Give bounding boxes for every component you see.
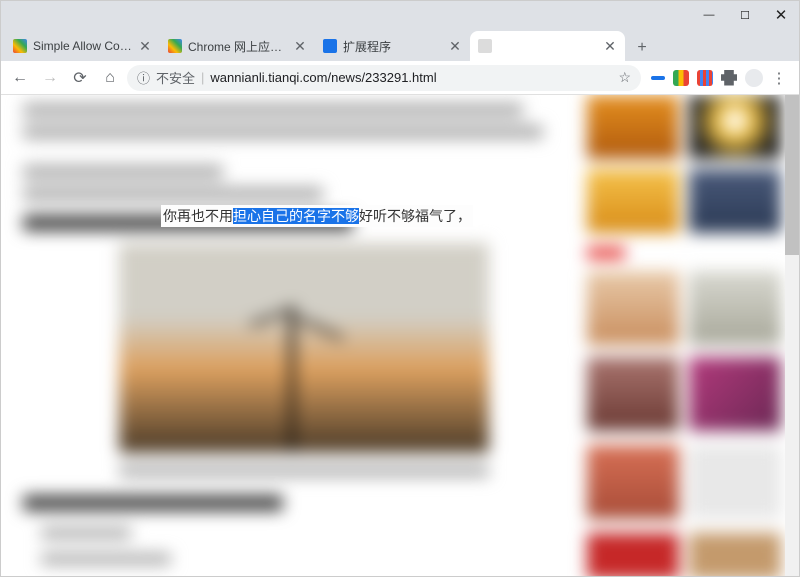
text-after-selection: 好听不够福气了，: [359, 208, 471, 224]
favicon-icon: [168, 39, 182, 53]
address-bar[interactable]: ⓘ 不安全 | wannianli.tianqi.com/news/233291…: [127, 65, 641, 91]
sidebar-thumbnail[interactable]: [587, 357, 679, 431]
sidebar-thumbnail[interactable]: [689, 533, 781, 576]
url-text: wannianli.tianqi.com/news/233291.html: [210, 70, 612, 85]
blurred-text-line: [23, 125, 543, 139]
tab-simple-allow-copy[interactable]: Simple Allow Copy - Chrome ✕: [5, 31, 160, 61]
scrollbar-thumb[interactable]: [785, 95, 799, 255]
window-titlebar: — ☐ ✕: [1, 1, 799, 29]
sidebar-thumbnail[interactable]: [689, 357, 781, 431]
blurred-text-line: [23, 165, 223, 179]
tab-chrome-webstore[interactable]: Chrome 网上应用店 - 扩展程序 ✕: [160, 31, 315, 61]
extension-icon[interactable]: [673, 70, 689, 86]
info-icon[interactable]: ⓘ: [137, 68, 150, 87]
sidebar-thumbnail[interactable]: [689, 95, 781, 159]
sidebar-thumbnail[interactable]: [587, 169, 679, 233]
reload-button[interactable]: ⟳: [67, 65, 93, 91]
blurred-text-line: [23, 187, 323, 201]
toolbar: ← → ⟳ ⌂ ⓘ 不安全 | wannianli.tianqi.com/new…: [1, 61, 799, 95]
favicon-icon: [323, 39, 337, 53]
blurred-heading: [23, 495, 283, 511]
article-text-line[interactable]: 你再也不用担心自己的名字不够好听不够福气了，: [161, 205, 473, 227]
selected-text: 担心自己的名字不够: [233, 208, 359, 224]
favicon-icon: [13, 39, 27, 53]
forward-button[interactable]: →: [37, 65, 63, 91]
security-label: 不安全: [156, 68, 195, 87]
new-tab-button[interactable]: +: [629, 35, 655, 61]
home-button[interactable]: ⌂: [97, 65, 123, 91]
sidebar-thumbnail[interactable]: [689, 271, 781, 345]
window-controls: — ☐ ✕: [691, 1, 799, 29]
plus-icon: +: [637, 39, 646, 57]
tab-title: 扩展程序: [343, 38, 442, 55]
blurred-text-line: [41, 553, 171, 565]
chrome-menu-icon[interactable]: ⋮: [771, 70, 787, 86]
tab-strip: Simple Allow Copy - Chrome ✕ Chrome 网上应用…: [1, 29, 799, 61]
tab-close-icon[interactable]: ✕: [603, 39, 617, 53]
sidebar-thumbnail[interactable]: [689, 445, 781, 519]
article-image: [119, 243, 489, 453]
chrome-window: — ☐ ✕ Simple Allow Copy - Chrome ✕ Chrom…: [0, 0, 800, 577]
extension-icon[interactable]: [651, 76, 665, 80]
profile-avatar-icon[interactable]: [745, 69, 763, 87]
minimize-button[interactable]: —: [691, 1, 727, 29]
scrollbar-track[interactable]: [785, 95, 799, 576]
tab-title: Simple Allow Copy - Chrome: [33, 39, 132, 53]
blurred-text-line: [41, 527, 131, 539]
tab-close-icon[interactable]: ✕: [293, 39, 307, 53]
blurred-text-line: [23, 103, 523, 117]
sidebar-thumbnail[interactable]: [587, 95, 679, 159]
bookmark-star-icon[interactable]: ☆: [618, 69, 631, 86]
blurred-caption: [119, 465, 489, 477]
favicon-icon: [478, 39, 492, 53]
text-before-selection: 你再也不用: [163, 208, 233, 224]
tab-extensions[interactable]: 扩展程序 ✕: [315, 31, 470, 61]
sidebar-thumbnail[interactable]: [689, 169, 781, 233]
tree-silhouette: [289, 306, 295, 453]
sidebar-thumbnail[interactable]: [587, 271, 679, 345]
tab-active-article[interactable]: ✕: [470, 31, 625, 61]
page-content: 你再也不用担心自己的名字不够好听不够福气了，: [1, 95, 799, 576]
divider: |: [201, 70, 204, 85]
extension-icons: ⋮: [645, 69, 793, 87]
extension-icon[interactable]: [697, 70, 713, 86]
tab-title: Chrome 网上应用店 - 扩展程序: [188, 38, 287, 55]
sidebar-thumbnail[interactable]: [587, 533, 679, 576]
extensions-menu-icon[interactable]: [721, 70, 737, 86]
sidebar-thumbnail[interactable]: [587, 445, 679, 519]
maximize-button[interactable]: ☐: [727, 1, 763, 29]
sidebar-section-label: [587, 247, 625, 259]
blurred-background: [1, 95, 799, 576]
back-button[interactable]: ←: [7, 65, 33, 91]
tab-close-icon[interactable]: ✕: [138, 39, 152, 53]
tab-close-icon[interactable]: ✕: [448, 39, 462, 53]
close-button[interactable]: ✕: [763, 1, 799, 29]
